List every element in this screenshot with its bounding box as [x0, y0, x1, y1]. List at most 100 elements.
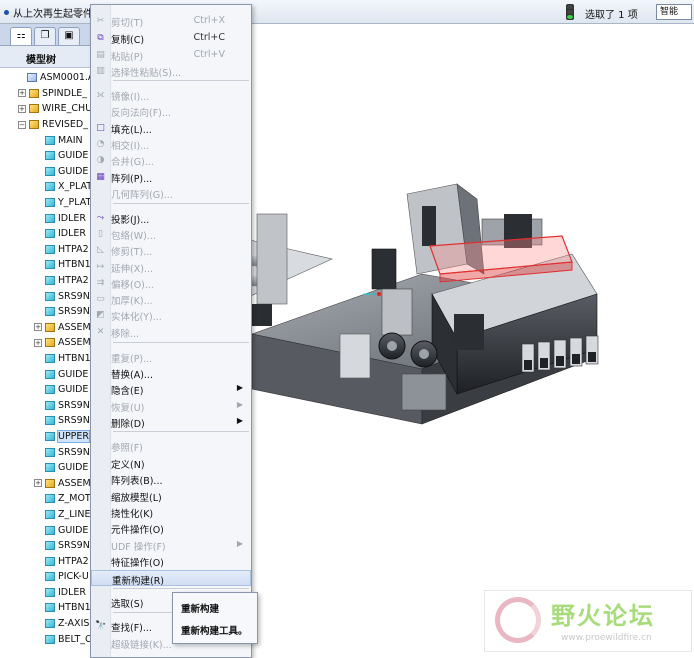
- tree-item[interactable]: HTPA2: [0, 242, 91, 258]
- tree-item[interactable]: + WIRE_CHU: [0, 101, 91, 117]
- menu-item[interactable]: ▤ 粘贴(P) Ctrl+V: [91, 47, 251, 63]
- tree-item[interactable]: HTBN1: [0, 351, 91, 367]
- tree-item[interactable]: Z_LINE: [0, 507, 91, 523]
- menu-item[interactable]: ◺ 修剪(T)...: [91, 242, 251, 258]
- tree-item[interactable]: UPPER: [0, 429, 91, 445]
- menu-item[interactable]: ▦ 阵列(P)...: [91, 169, 251, 185]
- menu-item[interactable]: ◔ 相交(I)...: [91, 136, 251, 152]
- tree-item[interactable]: SRS9N: [0, 413, 91, 429]
- menu-item[interactable]: 定义(N): [91, 455, 251, 471]
- menu-item[interactable]: 删除(D) ▶: [91, 414, 251, 430]
- tree-item[interactable]: HTBN1: [0, 600, 91, 616]
- tree-item[interactable]: Z_MOT: [0, 491, 91, 507]
- part-icon: [45, 525, 55, 535]
- submenu-item-regenerate[interactable]: 重新构建: [181, 601, 219, 615]
- menu-item[interactable]: ▥ 选择性粘贴(S)...: [91, 63, 251, 79]
- tree-item[interactable]: SRS9N: [0, 538, 91, 554]
- menu-item[interactable]: 替换(A)...: [91, 365, 251, 381]
- menu-item[interactable]: 阵列表(B)...: [91, 471, 251, 487]
- tree-item[interactable]: GUIDE: [0, 148, 91, 164]
- expand-icon[interactable]: +: [34, 479, 42, 488]
- tree-item[interactable]: PICK-U: [0, 569, 91, 585]
- menu-item[interactable]: ▯ 包络(W)...: [91, 226, 251, 242]
- part-icon: [45, 276, 55, 286]
- menu-item[interactable]: ⤳ 投影(J)...: [91, 210, 251, 226]
- tree-item[interactable]: ASM0001.ASM: [0, 70, 91, 86]
- tree-item[interactable]: GUIDE: [0, 522, 91, 538]
- menu-item-label: 粘贴(P): [111, 52, 144, 63]
- part-icon: [45, 494, 55, 504]
- tree-item[interactable]: + ASSEM: [0, 475, 91, 491]
- tree-item[interactable]: Y_PLAT: [0, 195, 91, 211]
- tree-item[interactable]: SRS9N: [0, 397, 91, 413]
- expand-icon[interactable]: +: [18, 89, 26, 98]
- menu-item[interactable]: 特征操作(O): [91, 553, 251, 569]
- tree-item[interactable]: SRS9N: [0, 304, 91, 320]
- menu-item[interactable]: UDF 操作(F) ▶: [91, 537, 251, 553]
- expand-icon[interactable]: +: [18, 104, 26, 113]
- tree-item[interactable]: IDLER: [0, 226, 91, 242]
- menu-item[interactable]: 重新构建(R): [91, 570, 251, 587]
- menu-item[interactable]: ↦ 延伸(X)...: [91, 259, 251, 275]
- menu-item[interactable]: ⇉ 偏移(O)...: [91, 275, 251, 291]
- tree-item[interactable]: HTPA2: [0, 273, 91, 289]
- tree-item-label: IDLER: [58, 212, 87, 224]
- menu-item[interactable]: ▭ 加厚(K)...: [91, 291, 251, 307]
- tree-item[interactable]: MAIN: [0, 132, 91, 148]
- menu-item[interactable]: ✕ 移除...: [91, 324, 251, 340]
- menu-separator: [113, 80, 249, 81]
- menu-item-icon: ✕: [96, 327, 105, 337]
- folder-tab-icon[interactable]: ▣: [58, 27, 80, 45]
- expand-icon[interactable]: +: [34, 323, 42, 332]
- tree-item[interactable]: SRS9N: [0, 288, 91, 304]
- tree-item[interactable]: SRS9N: [0, 444, 91, 460]
- tree-item[interactable]: + SPINDLE_: [0, 86, 91, 102]
- menu-item[interactable]: ⧉ 复制(C) Ctrl+C: [91, 30, 251, 46]
- menu-item[interactable]: ✂ 剪切(T) Ctrl+X: [91, 13, 251, 29]
- menu-item[interactable]: 元件操作(O): [91, 520, 251, 536]
- menu-item[interactable]: □ 填充(L)...: [91, 120, 251, 136]
- part-icon: [45, 198, 55, 208]
- submenu-item-regenerate-tool[interactable]: 重新构建工具。: [181, 623, 248, 637]
- root-assembly-icon: [27, 73, 37, 83]
- tree-item[interactable]: GUIDE: [0, 164, 91, 180]
- tree-item[interactable]: + ASSEM: [0, 335, 91, 351]
- menu-item[interactable]: 重复(P)...: [91, 349, 251, 365]
- tree-item[interactable]: − REVISED_: [0, 117, 91, 133]
- menu-item[interactable]: 挠性化(K): [91, 504, 251, 520]
- menu-item-label: 特征操作(O): [111, 558, 164, 569]
- layer-tree-tab-icon[interactable]: ❐: [34, 27, 56, 45]
- model-tree-tab-icon[interactable]: ⚏: [10, 27, 32, 45]
- collapse-icon[interactable]: −: [18, 120, 26, 129]
- traffic-light-icon[interactable]: [566, 4, 574, 20]
- menu-item[interactable]: 反向法向(F)...: [91, 103, 251, 119]
- tree-item[interactable]: GUIDE: [0, 460, 91, 476]
- part-icon: [45, 556, 55, 566]
- selection-filter-select[interactable]: 智能: [656, 4, 692, 20]
- menu-item[interactable]: ◑ 合并(G)...: [91, 152, 251, 168]
- menu-item[interactable]: 参照(F): [91, 438, 251, 454]
- menu-item[interactable]: ◩ 实体化(Y)...: [91, 307, 251, 323]
- menu-item-shortcut: Ctrl+C: [193, 32, 226, 43]
- tree-item-label: ASSEM: [58, 477, 91, 489]
- tree-item[interactable]: + ASSEM: [0, 320, 91, 336]
- tree-item[interactable]: BELT_C: [0, 631, 91, 647]
- tree-item[interactable]: HTPA2: [0, 553, 91, 569]
- menu-item[interactable]: 缩放模型(L): [91, 488, 251, 504]
- tree-item[interactable]: Z-AXIS: [0, 616, 91, 632]
- menu-item-label: 查找(F)...: [111, 623, 152, 634]
- menu-item[interactable]: 恢复(U) ▶: [91, 398, 251, 414]
- tree-item[interactable]: HTBN1: [0, 257, 91, 273]
- tree-item[interactable]: X_PLAT: [0, 179, 91, 195]
- tree-item[interactable]: IDLER: [0, 210, 91, 226]
- tree-item[interactable]: IDLER: [0, 585, 91, 601]
- menu-item[interactable]: 隐含(E) ▶: [91, 381, 251, 397]
- menu-item[interactable]: ⟗ 镜像(I)...: [91, 87, 251, 103]
- menu-item-label: 元件操作(O): [111, 525, 164, 536]
- tree-item-label: Y_PLAT: [58, 197, 92, 209]
- tree-item[interactable]: GUIDE: [0, 366, 91, 382]
- menu-item[interactable]: 几何阵列(G)...: [91, 185, 251, 201]
- tree-item[interactable]: GUIDE: [0, 382, 91, 398]
- expand-icon[interactable]: +: [34, 338, 42, 347]
- menu-item-label: 合并(G)...: [111, 157, 154, 168]
